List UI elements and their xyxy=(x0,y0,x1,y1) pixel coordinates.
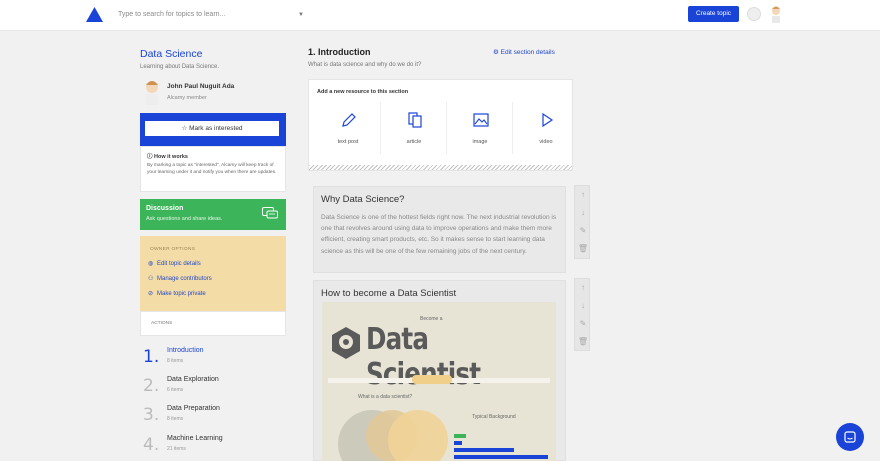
image-label: image xyxy=(472,139,488,145)
how-it-works-label: How it works xyxy=(154,154,188,160)
resource-card-why-data-science[interactable]: Why Data Science? Data Science is one of… xyxy=(313,186,566,273)
gear-icon: ⚙ xyxy=(493,49,501,56)
mark-interested-button[interactable]: ☆ Mark as interested xyxy=(145,121,279,136)
how-it-works-text: By marking a topic as "interested", Alca… xyxy=(147,163,277,175)
move-up-icon[interactable]: ↑ xyxy=(575,188,591,202)
create-topic-button[interactable]: Create topic xyxy=(688,6,739,22)
owner-role: Alcamy member xyxy=(167,95,207,101)
add-video-button[interactable]: video xyxy=(513,102,572,154)
document-copy-icon xyxy=(408,112,422,128)
infographic-graphics xyxy=(328,375,550,461)
section-name: Data Exploration xyxy=(167,376,219,383)
manage-contributors-link[interactable]: ⚇ Manage contributors xyxy=(148,275,212,282)
topic-subtitle: Learning about Data Science. xyxy=(140,64,220,70)
section-count: 8 items xyxy=(167,416,184,422)
edit-section-label: Edit section details xyxy=(500,49,555,56)
card-title: How to become a Data Scientist xyxy=(321,288,457,299)
infographic-background: Typical Background xyxy=(472,414,516,420)
card-controls: ↑ ↓ ✎ 🗑 xyxy=(574,278,590,351)
globe-icon: ◍ xyxy=(148,261,154,267)
section-item-data-exploration[interactable]: 2. Data Exploration 6 items xyxy=(143,376,293,398)
chat-icon xyxy=(844,431,856,443)
video-label: video xyxy=(539,139,553,145)
section-count: 8 items xyxy=(167,358,184,364)
edit-pencil-icon[interactable]: ✎ xyxy=(575,317,591,331)
card-controls: ↑ ↓ ✎ 🗑 xyxy=(574,185,590,259)
section-number: 2. xyxy=(143,376,160,396)
move-up-icon[interactable]: ↑ xyxy=(575,281,591,295)
actions-panel: ACTIONS xyxy=(140,311,286,336)
move-down-icon[interactable]: ↓ xyxy=(575,206,591,220)
owner-card: John Paul Nuguit Ada Alcamy member xyxy=(140,76,286,110)
search-input[interactable]: Type to search for topics to learn... ▼ xyxy=(118,8,308,22)
discussion-subtitle: Ask questions and share ideas. xyxy=(146,216,223,222)
make-topic-private-link[interactable]: ⊘ Make topic private xyxy=(148,290,206,297)
data-scientist-infographic[interactable]: Become a Data Scientist What is a data s… xyxy=(322,302,556,461)
owner-options-title: OWNER OPTIONS xyxy=(150,247,196,252)
add-article-button[interactable]: article xyxy=(381,102,447,154)
article-label: article xyxy=(406,139,422,145)
play-icon xyxy=(542,112,554,128)
actions-title: ACTIONS xyxy=(151,321,173,326)
notification-bell-icon[interactable] xyxy=(747,7,761,21)
alcamy-logo-icon[interactable] xyxy=(86,7,103,22)
section-number: 3. xyxy=(143,405,160,425)
discussion-title: Discussion xyxy=(146,205,184,212)
section-name: Machine Learning xyxy=(167,435,223,442)
edit-section-details-link[interactable]: ⚙ Edit section details xyxy=(493,48,555,56)
block-icon: ⊘ xyxy=(148,291,154,297)
section-number: 1. xyxy=(143,347,160,367)
image-icon xyxy=(473,113,489,127)
pencil-icon xyxy=(342,113,356,127)
owner-name[interactable]: John Paul Nuguit Ada xyxy=(167,83,234,90)
move-down-icon[interactable]: ↓ xyxy=(575,299,591,313)
section-count: 21 items xyxy=(167,446,186,452)
star-icon: ☆ xyxy=(181,125,190,132)
infographic-question: What is a data scientist? xyxy=(358,394,413,400)
add-resource-title: Add a new resource to this section xyxy=(317,89,409,95)
chevron-down-icon[interactable]: ▼ xyxy=(298,8,304,22)
edit-topic-details-label: Edit topic details xyxy=(157,261,201,267)
chat-launcher-button[interactable] xyxy=(836,423,864,451)
section-description: What is data science and why do we do it… xyxy=(308,62,422,68)
card-title: Why Data Science? xyxy=(321,194,405,205)
how-it-works-panel: ⓘ How it works By marking a topic as "in… xyxy=(140,146,286,192)
mark-interested-label: Mark as interested xyxy=(189,125,243,132)
section-name: Introduction xyxy=(167,347,204,354)
section-item-machine-learning[interactable]: 4. Machine Learning 21 items xyxy=(143,435,293,457)
interest-panel: ☆ Mark as interested xyxy=(140,113,286,146)
section-name: Data Preparation xyxy=(167,405,220,412)
trash-icon[interactable]: 🗑 xyxy=(575,242,591,256)
section-count: 6 items xyxy=(167,387,184,393)
info-icon: ⓘ xyxy=(147,154,155,160)
text-post-label: text post xyxy=(337,139,359,145)
top-bar: Type to search for topics to learn... ▼ … xyxy=(0,0,880,31)
section-number: 4. xyxy=(143,435,160,455)
scroll-edge-pattern xyxy=(309,165,572,170)
card-text: Data Science is one of the hottest field… xyxy=(321,214,557,255)
user-avatar[interactable] xyxy=(768,5,784,23)
head-gears-icon xyxy=(332,327,360,359)
chat-bubbles-icon xyxy=(262,207,278,219)
users-icon: ⚇ xyxy=(148,276,154,282)
how-it-works-title: ⓘ How it works xyxy=(147,152,188,160)
manage-contributors-label: Manage contributors xyxy=(157,276,212,282)
owner-options-panel: OWNER OPTIONS ◍ Edit topic details ⚇ Manag… xyxy=(140,236,286,311)
edit-topic-details-link[interactable]: ◍ Edit topic details xyxy=(148,260,201,267)
section-item-introduction[interactable]: 1. Introduction 8 items xyxy=(143,347,293,369)
discussion-button[interactable]: Discussion Ask questions and share ideas… xyxy=(140,199,286,230)
section-heading: 1. Introduction xyxy=(308,47,371,57)
add-image-button[interactable]: image xyxy=(447,102,513,154)
section-item-data-preparation[interactable]: 3. Data Preparation 8 items xyxy=(143,405,293,427)
add-resource-panel: Add a new resource to this section text … xyxy=(308,79,573,171)
add-text-post-button[interactable]: text post xyxy=(315,102,381,154)
search-placeholder: Type to search for topics to learn... xyxy=(118,11,226,18)
avatar[interactable] xyxy=(142,79,162,105)
edit-pencil-icon[interactable]: ✎ xyxy=(575,224,591,238)
topic-title: Data Science xyxy=(140,48,203,60)
make-topic-private-label: Make topic private xyxy=(157,291,206,297)
trash-icon[interactable]: 🗑 xyxy=(575,335,591,349)
